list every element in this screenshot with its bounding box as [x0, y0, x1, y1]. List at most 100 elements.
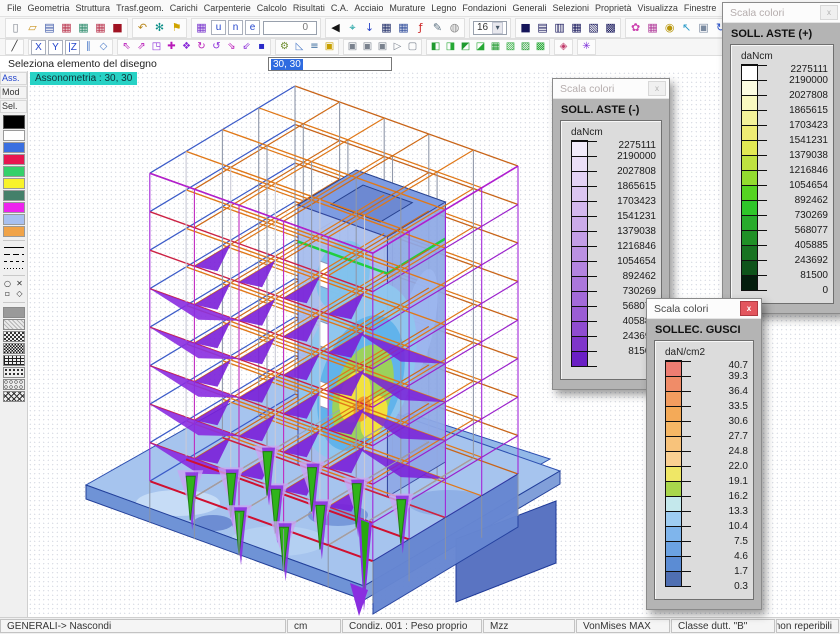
list-icon[interactable]: ≡ [307, 41, 322, 53]
line-style-dash[interactable] [4, 258, 24, 265]
hatch-swatch-1[interactable] [3, 307, 25, 318]
cursor-icon[interactable]: ↖ [678, 20, 695, 35]
palette-window-icon[interactable]: ▦ [193, 20, 210, 35]
menu-fondazioni[interactable]: Fondazioni [459, 3, 509, 13]
x-lock-button[interactable]: X [31, 40, 46, 55]
menu-finestre[interactable]: Finestre [681, 3, 720, 13]
hatch-swatch-4[interactable] [3, 343, 25, 354]
ring-icon[interactable]: ✿ [627, 20, 644, 35]
hatch-swatch-2[interactable] [3, 319, 25, 330]
u-button[interactable]: u [211, 20, 226, 35]
window-tile-icon-2[interactable]: ▤ [534, 20, 551, 35]
view-cube-icon-6[interactable]: ▧ [503, 41, 518, 53]
panel-title-bar[interactable]: Scala colorix [553, 79, 669, 99]
matrix-blue-icon[interactable]: ▦ [395, 20, 412, 35]
archive-icon-3[interactable]: ▦ [92, 20, 109, 35]
hatch-swatch-7[interactable] [3, 379, 25, 390]
menu-acciaio[interactable]: Acciaio [351, 3, 386, 13]
menu-visualizza[interactable]: Visualizza [635, 3, 681, 13]
menu-legno[interactable]: Legno [428, 3, 459, 13]
side-button-mod[interactable]: Mod [0, 86, 27, 99]
menu-carpenterie[interactable]: Carpenterie [201, 3, 254, 13]
snap-star-icon[interactable]: ✳ [579, 41, 594, 53]
y-lock-button[interactable]: Y [48, 40, 63, 55]
new-icon[interactable]: ▯ [7, 20, 24, 35]
menu-carichi[interactable]: Carichi [167, 3, 201, 13]
stop-icon[interactable]: ■ [109, 20, 126, 35]
load-arrow-icon[interactable]: ↓ [361, 20, 378, 35]
window-tile-icon-5[interactable]: ▧ [585, 20, 602, 35]
panel-title-bar[interactable]: Scala colorix [723, 3, 840, 23]
parallel-icon[interactable]: ∥ [81, 41, 96, 53]
view-cube-icon-8[interactable]: ▩ [533, 41, 548, 53]
color-swatch-7[interactable] [3, 190, 25, 201]
color-swatch-5[interactable] [3, 166, 25, 177]
polygon-icon[interactable]: ◇ [96, 41, 111, 53]
color-swatch-8[interactable] [3, 202, 25, 213]
menu-c-a[interactable]: C.A. [328, 3, 352, 13]
mosaic-icon[interactable]: ▦ [644, 20, 661, 35]
menu-struttura[interactable]: Struttura [73, 3, 114, 13]
lock-icon[interactable]: ▣ [322, 41, 337, 53]
undo-icon[interactable]: ↶ [134, 20, 151, 35]
color-swatch-2[interactable] [3, 130, 25, 141]
copy-tool-icon[interactable]: ⇗ [134, 41, 149, 53]
pencil-icon[interactable]: ✎ [429, 20, 446, 35]
function-icon[interactable]: ƒ [412, 20, 429, 35]
viewport-icon-3[interactable]: ▣ [375, 41, 390, 53]
line-style-longdash[interactable] [4, 251, 24, 258]
archive-icon-1[interactable]: ▦ [58, 20, 75, 35]
color-swatch-9[interactable] [3, 214, 25, 225]
spin-icon[interactable]: ✻ [151, 20, 168, 35]
rotate-copy-icon[interactable]: ◳ [149, 41, 164, 53]
menu-propriet[interactable]: Proprietà [592, 3, 635, 13]
probe-icon[interactable]: ⌖ [344, 20, 361, 35]
window-tile-icon-6[interactable]: ▩ [602, 20, 619, 35]
menu-generali[interactable]: Generali [509, 3, 549, 13]
close-icon[interactable]: x [648, 81, 666, 96]
line-style-dot[interactable] [4, 265, 24, 272]
point-symbol-2[interactable]: ✕ [15, 279, 25, 289]
point-symbol-4[interactable]: ◇ [15, 289, 25, 299]
rotate-ccw-icon[interactable]: ↺ [209, 41, 224, 53]
matrix-dark-icon[interactable]: ▦ [378, 20, 395, 35]
line-style-solid[interactable] [4, 244, 24, 251]
rotate-cw-icon[interactable]: ↻ [194, 41, 209, 53]
cross-move-icon[interactable]: ✚ [164, 41, 179, 53]
hatch-swatch-3[interactable] [3, 331, 25, 342]
stretch-icon[interactable]: ⇘ [224, 41, 239, 53]
menu-trasf-geom[interactable]: Trasf.geom. [113, 3, 167, 13]
color-swatch-3[interactable] [3, 142, 25, 153]
menu-geometria[interactable]: Geometria [25, 3, 73, 13]
toolbar-number-input[interactable]: 0 [263, 21, 317, 35]
window-tile-icon-3[interactable]: ▥ [551, 20, 568, 35]
n-button[interactable]: n [228, 20, 243, 35]
archive-icon-2[interactable]: ▦ [75, 20, 92, 35]
coordinate-input[interactable]: 30, 30 [268, 57, 392, 71]
window-tile-icon-1[interactable]: ■ [517, 20, 534, 35]
view-cube-icon-4[interactable]: ◪ [473, 41, 488, 53]
z-lock-button[interactable]: |Z [65, 40, 80, 55]
window-icon[interactable]: ▣ [695, 20, 712, 35]
close-icon[interactable]: x [740, 301, 758, 316]
window-tile-icon-4[interactable]: ▦ [568, 20, 585, 35]
menu-risultati[interactable]: Risultati [290, 3, 328, 13]
viewport-icon-2[interactable]: ▣ [360, 41, 375, 53]
menu-calcolo[interactable]: Calcolo [254, 3, 290, 13]
point-symbol-1[interactable]: ○ [3, 279, 13, 289]
hatch-swatch-6[interactable] [3, 367, 25, 378]
play-icon[interactable]: ▷ [390, 41, 405, 53]
frame-icon[interactable]: ▢ [405, 41, 420, 53]
color-swatch-4[interactable] [3, 154, 25, 165]
view-cube-icon-1[interactable]: ◧ [428, 41, 443, 53]
hatch-swatch-8[interactable] [3, 391, 25, 402]
panel-title-bar[interactable]: Scala colorix [647, 299, 761, 319]
slope-icon[interactable]: ◺ [292, 41, 307, 53]
node-icon[interactable]: ▪ [254, 41, 269, 53]
view-cube-icon-3[interactable]: ◩ [458, 41, 473, 53]
globe-icon[interactable]: ◍ [446, 20, 463, 35]
side-button-ass[interactable]: Ass. [0, 72, 27, 85]
gear-icon[interactable]: ⚙ [277, 41, 292, 53]
color-swatch-1[interactable] [3, 115, 25, 129]
flag-icon[interactable]: ⚑ [168, 20, 185, 35]
